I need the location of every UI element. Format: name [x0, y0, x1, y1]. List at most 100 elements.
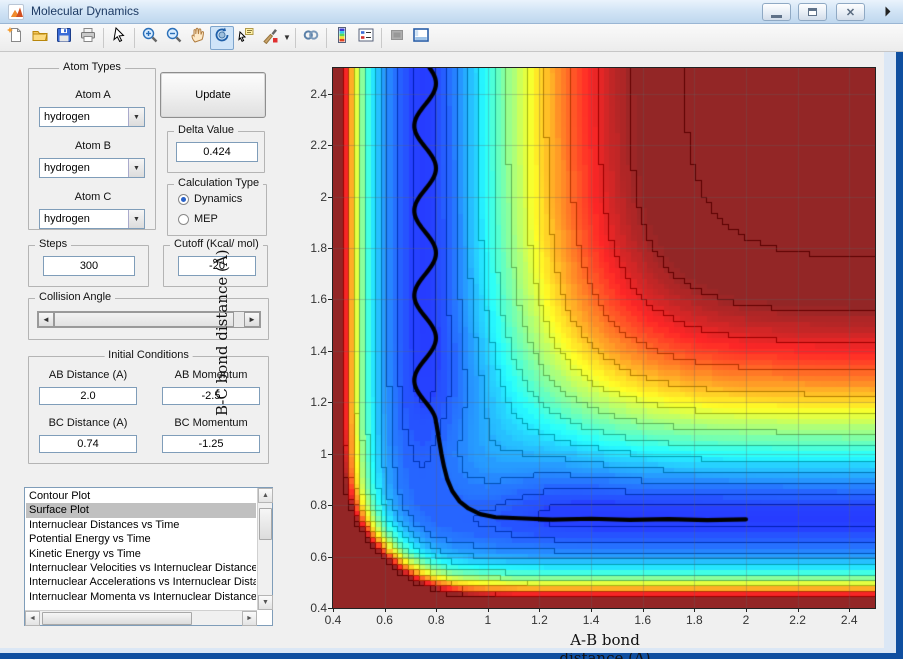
x-tick-mark: [591, 608, 593, 612]
x-tick-mark: [642, 608, 644, 612]
print-icon: [79, 26, 97, 49]
minimize-button[interactable]: [762, 3, 791, 21]
chevron-down-icon[interactable]: ▼: [128, 108, 144, 126]
plot-type-item[interactable]: Internuclear Velocities vs Internuclear …: [26, 561, 256, 575]
rotate-3d-icon: [213, 26, 231, 49]
show-plot-tools-button[interactable]: [409, 26, 433, 50]
plot-type-item[interactable]: Contour Plot: [26, 489, 256, 503]
atom-c-dropdown[interactable]: hydrogen ▼: [39, 209, 145, 229]
mep-radio-label: MEP: [194, 213, 218, 225]
atom-b-dropdown[interactable]: hydrogen ▼: [39, 158, 145, 178]
chevron-down-icon[interactable]: ▼: [128, 159, 144, 177]
insert-legend-button[interactable]: [354, 26, 378, 50]
link-plot-button[interactable]: [299, 26, 323, 50]
plot-type-listbox[interactable]: Contour Plot Surface Plot Internuclear Dis…: [24, 487, 273, 626]
x-tick-mark: [539, 608, 541, 612]
plot-type-item[interactable]: Surface Plot: [26, 503, 256, 518]
insert-legend-icon: [357, 26, 375, 49]
dynamics-radio[interactable]: Dynamics: [178, 193, 242, 205]
brush-dropdown-caret-icon[interactable]: ▼: [282, 26, 292, 50]
link-plot-icon: [302, 26, 320, 49]
calculation-type-panel: Calculation Type Dynamics MEP: [167, 177, 267, 236]
delta-value-field[interactable]: 0.424: [176, 142, 258, 162]
close-icon: ✕: [845, 6, 856, 19]
y-tick-label: 1.6: [310, 292, 327, 307]
y-tick-label: 0.8: [310, 498, 327, 513]
x-tick-label: 2.4: [840, 613, 858, 627]
x-tick-mark: [384, 608, 386, 612]
new-file-button[interactable]: [4, 26, 28, 50]
insert-colorbar-icon: [333, 26, 351, 49]
zoom-out-icon: [165, 26, 183, 49]
bc-momentum-field[interactable]: -1.25: [162, 435, 260, 453]
brush-button[interactable]: [258, 26, 282, 50]
y-tick-mark: [328, 196, 332, 198]
scroll-left-icon[interactable]: ◄: [25, 611, 40, 626]
plot-type-item[interactable]: Internuclear Momenta vs Internuclear Dis…: [26, 590, 256, 604]
y-tick-mark: [328, 402, 332, 404]
atom-a-value: hydrogen: [44, 111, 90, 123]
new-file-icon: [7, 26, 25, 49]
delta-value-title: Delta Value: [174, 124, 239, 136]
listbox-vscrollbar[interactable]: ▲ ▼: [257, 488, 273, 610]
y-tick-mark: [328, 145, 332, 147]
window-border-right: [884, 52, 896, 653]
print-button[interactable]: [76, 26, 100, 50]
vscroll-thumb[interactable]: [259, 508, 272, 540]
plot-type-item[interactable]: Internuclear Accelerations vs Internucle…: [26, 575, 256, 589]
x-tick-label: 1: [484, 613, 492, 627]
atom-a-label: Atom A: [75, 89, 111, 101]
plot-type-item[interactable]: Internuclear Distances vs Time: [26, 518, 256, 532]
zoom-out-button[interactable]: [162, 26, 186, 50]
open-folder-button[interactable]: [28, 26, 52, 50]
bc-distance-field[interactable]: 0.74: [39, 435, 137, 453]
bc-distance-label: BC Distance (A): [48, 417, 128, 429]
x-tick-mark: [694, 608, 696, 612]
x-tick-label: 1.2: [531, 613, 548, 627]
x-tick-label: 1.6: [634, 613, 652, 627]
contour-plot-canvas[interactable]: [332, 67, 876, 609]
atom-c-label: Atom C: [74, 191, 112, 203]
hide-plot-tools-icon: [388, 26, 406, 49]
bc-momentum-label: BC Momentum: [174, 417, 248, 429]
close-button[interactable]: ✕: [836, 3, 865, 21]
x-tick-label: 0.8: [427, 613, 445, 627]
data-cursor-button[interactable]: [234, 26, 258, 50]
update-button[interactable]: Update: [160, 72, 266, 118]
plot-type-item[interactable]: Potential Energy vs Time: [26, 532, 256, 546]
edit-arrow-button[interactable]: [107, 26, 131, 50]
ab-momentum-field[interactable]: -2.5: [162, 387, 260, 405]
y-tick-label: 2: [320, 189, 327, 204]
ab-distance-field[interactable]: 2.0: [39, 387, 137, 405]
scroll-up-icon[interactable]: ▲: [258, 488, 273, 503]
listbox-hscrollbar[interactable]: ◄ ►: [25, 610, 257, 626]
chevron-down-icon[interactable]: ▼: [128, 210, 144, 228]
pan-hand-button[interactable]: [186, 26, 210, 50]
x-tick-mark: [436, 608, 438, 612]
plot-type-item[interactable]: Kinetic Energy vs Time: [26, 547, 256, 561]
insert-colorbar-button[interactable]: [330, 26, 354, 50]
toolbar-separator: [381, 27, 382, 48]
slider-left-arrow-icon[interactable]: ◄: [38, 312, 54, 327]
y-tick-label: 2.4: [310, 86, 327, 101]
mep-radio[interactable]: MEP: [178, 213, 218, 225]
zoom-in-button[interactable]: [138, 26, 162, 50]
steps-field[interactable]: 300: [43, 256, 135, 276]
y-tick-mark: [328, 556, 332, 558]
slider-right-arrow-icon[interactable]: ►: [244, 312, 260, 327]
collision-angle-panel: Collision Angle ◄ ►: [28, 291, 269, 340]
scroll-right-icon[interactable]: ►: [242, 611, 257, 626]
y-tick-label: 1.8: [310, 241, 327, 255]
atom-a-dropdown[interactable]: hydrogen ▼: [39, 107, 145, 127]
rotate-3d-button[interactable]: [210, 25, 234, 50]
show-plot-tools-icon: [412, 26, 430, 49]
toolbar-separator: [326, 27, 327, 48]
scroll-down-icon[interactable]: ▼: [258, 595, 273, 610]
slider-thumb[interactable]: [54, 312, 234, 327]
save-button[interactable]: [52, 26, 76, 50]
restore-button[interactable]: [798, 3, 827, 21]
save-icon: [55, 26, 73, 49]
hscroll-thumb[interactable]: [42, 612, 192, 625]
cutoff-title: Cutoff (Kcal/ mol): [170, 238, 263, 250]
y-tick-mark: [328, 350, 332, 352]
